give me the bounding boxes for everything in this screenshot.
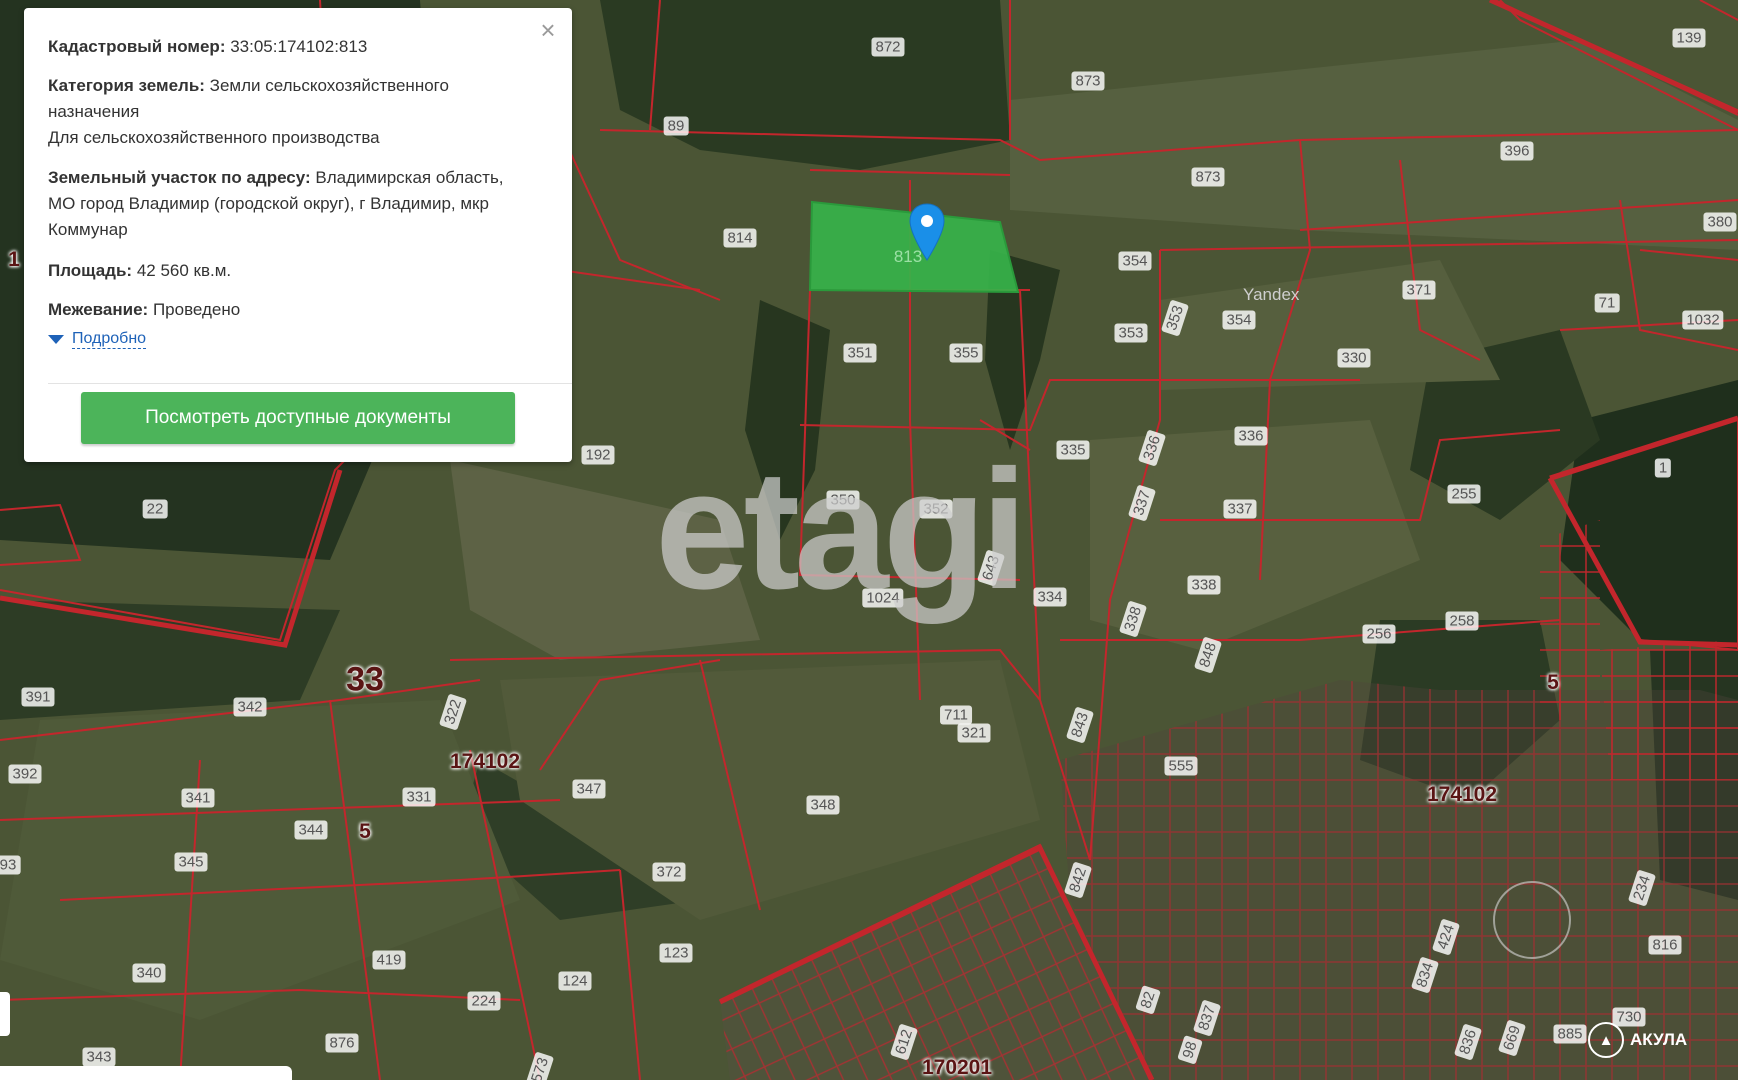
plot-number-label: 344 — [294, 820, 328, 840]
plot-number-label: 419 — [372, 950, 406, 970]
cadastral-number-label: Кадастровый номер: — [48, 37, 226, 56]
plot-number-label: 876 — [325, 1033, 359, 1053]
plot-number-label: 396 — [1500, 141, 1534, 161]
plot-number-label: 391 — [21, 687, 55, 707]
plot-number-label: 124 — [558, 971, 592, 991]
plot-number-label: 873 — [1071, 71, 1105, 91]
details-toggle[interactable]: Подробно — [48, 330, 147, 349]
plot-number-label: 255 — [1447, 484, 1481, 504]
plot-number-label: 340 — [132, 963, 166, 983]
map-bottom-bar — [0, 1066, 292, 1080]
plot-number-label: 816 — [1648, 935, 1682, 955]
plot-number-label: 555 — [1164, 756, 1198, 776]
plot-number-label: 354 — [1222, 310, 1256, 330]
survey-value: Проведено — [152, 300, 241, 319]
plot-number-label: 321 — [957, 723, 991, 743]
plot-number-label: 192 — [581, 445, 615, 465]
plot-number-label: 224 — [467, 991, 501, 1011]
plot-number-label: 338 — [1187, 575, 1221, 595]
cadastral-number-value: 33:05:174102:813 — [230, 37, 368, 56]
plot-number-label: 22 — [142, 499, 168, 519]
triangle-down-icon — [48, 335, 64, 344]
survey-row: Межевание: Проведено — [48, 297, 528, 323]
plot-number-label: 1 — [1654, 458, 1672, 478]
plot-number-label: 123 — [659, 943, 693, 963]
plot-number-label: 1032 — [1682, 310, 1724, 330]
plot-number-label: 336 — [1234, 426, 1268, 446]
view-documents-button[interactable]: Посмотреть доступные документы — [81, 392, 515, 444]
plot-number-label: 814 — [723, 228, 757, 248]
plot-number-label: 355 — [949, 343, 983, 363]
plot-number-label: 342 — [233, 697, 267, 717]
card-divider — [48, 383, 572, 384]
map-edge-control[interactable] — [0, 992, 10, 1036]
plot-number-label: 347 — [572, 779, 606, 799]
plot-number-label: 380 — [1703, 212, 1737, 232]
akula-brand-text: АКУЛА — [1630, 1030, 1688, 1049]
etagi-watermark: etagi — [655, 435, 1028, 625]
shark-icon: ▲ — [1588, 1022, 1624, 1058]
plot-number-label: 341 — [181, 788, 215, 808]
plot-number-label: 885 — [1553, 1024, 1587, 1044]
plot-number-label: 139 — [1672, 28, 1706, 48]
quarter-number-label: 5 — [359, 820, 371, 843]
area-label: Площадь: — [48, 261, 133, 280]
quarter-number-label: 5 — [1547, 671, 1559, 694]
quarter-number-label: 174102 — [1426, 783, 1498, 806]
plot-number-label: 343 — [82, 1047, 116, 1067]
plot-number-label: 353 — [1114, 323, 1148, 343]
plot-number-label: 345 — [174, 852, 208, 872]
close-icon[interactable]: × — [536, 17, 560, 43]
quarter-number-label: 174102 — [449, 750, 521, 773]
land-category-label: Категория земель: — [48, 76, 205, 95]
plot-number-label: 258 — [1445, 611, 1479, 631]
plot-number-label: 348 — [806, 795, 840, 815]
plot-number-label: 331 — [402, 787, 436, 807]
plot-number-label: 873 — [1191, 167, 1225, 187]
quarter-number-label: 170201 — [921, 1056, 993, 1079]
yandex-imagery-credit: Yandex — [1243, 285, 1300, 304]
plot-number-label: 89 — [663, 116, 689, 136]
address-label: Земельный участок по адресу: — [48, 168, 311, 187]
details-link[interactable]: Подробно — [72, 330, 147, 349]
plot-number-label: 334 — [1033, 587, 1067, 607]
plot-number-label: 93 — [0, 855, 21, 875]
address-row: Земельный участок по адресу: Владимирска… — [48, 165, 528, 243]
plot-number-label: 371 — [1402, 280, 1436, 300]
plot-number-label: 337 — [1223, 499, 1257, 519]
plot-number-label: 872 — [871, 37, 905, 57]
plot-number-label: 335 — [1056, 440, 1090, 460]
survey-label: Межевание: — [48, 300, 149, 319]
plot-number-label: 256 — [1362, 624, 1396, 644]
quarter-number-label: 1 — [8, 248, 20, 271]
cadastral-number-row: Кадастровый номер: 33:05:174102:813 — [48, 34, 528, 60]
plot-number-label: 372 — [652, 862, 686, 882]
plot-number-label: 392 — [8, 764, 42, 784]
plot-number-label: 351 — [843, 343, 877, 363]
plot-number-label: 354 — [1118, 251, 1152, 271]
plot-number-label: 330 — [1337, 348, 1371, 368]
area-row: Площадь: 42 560 кв.м. — [48, 258, 528, 284]
parcel-info-card: × Кадастровый номер: 33:05:174102:813 Ка… — [24, 8, 572, 462]
akula-logo: ▲ АКУЛА — [1588, 1022, 1687, 1058]
plot-number-label: 711 — [940, 705, 972, 725]
quarter-number-label: 33 — [346, 660, 384, 699]
plot-number-label: 71 — [1594, 293, 1620, 313]
land-category-row: Категория земель: Земли сельскохозяйстве… — [48, 73, 528, 151]
area-value: 42 560 кв.м. — [136, 261, 232, 280]
land-usage-value: Для сельскохозяйственного производства — [48, 128, 380, 147]
